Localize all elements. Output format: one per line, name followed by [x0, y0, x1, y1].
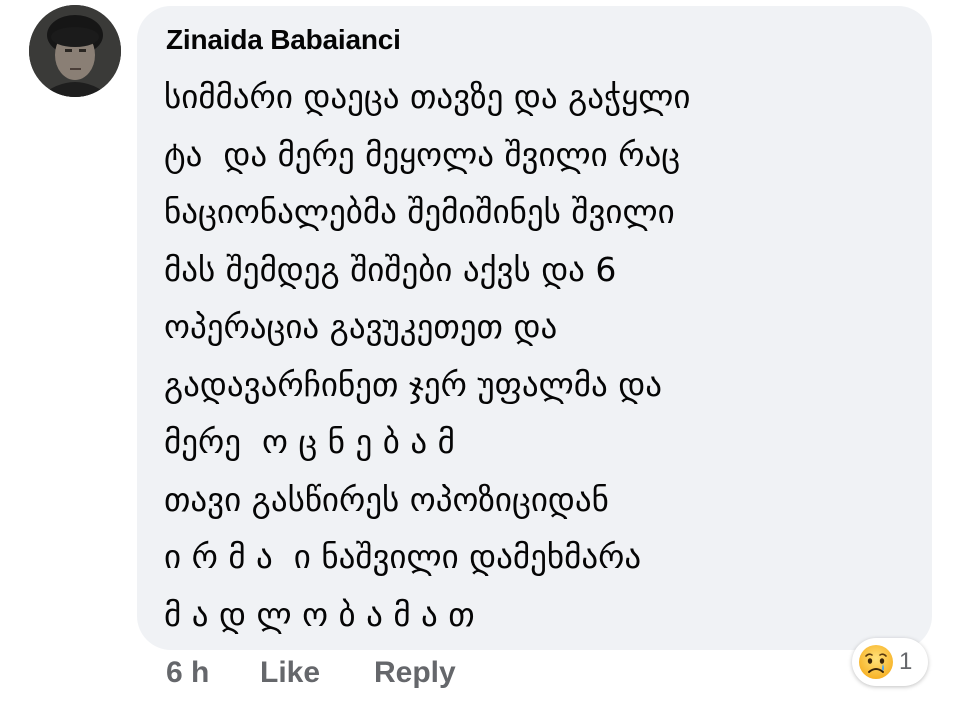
reaction-summary[interactable]: 1 — [852, 638, 928, 686]
avatar-photo — [29, 5, 121, 97]
comment-line: ტა და მერე მეყოლა შვილი რაც — [164, 134, 681, 174]
comment-line: ოპერაცია გავუკეთეთ და — [164, 307, 558, 346]
comment-line: სიმმარი დაეცა თავზე და გაჭყლი — [164, 77, 691, 116]
comment-line: მ ა დ ლ ო ბ ა მ ა თ — [164, 594, 475, 634]
like-button[interactable]: Like — [260, 656, 320, 690]
avatar[interactable] — [29, 5, 121, 97]
comment-line: მერე ო ც ნ ე ბ ა მ — [164, 422, 455, 461]
comment-author[interactable]: Zinaida Babaianci — [166, 24, 401, 56]
timestamp[interactable]: 6 h — [166, 656, 209, 690]
comment-body: სიმმარი დაეცა თავზე და გაჭყლი ტა და მერე… — [164, 68, 904, 643]
sad-reaction-icon — [857, 643, 895, 681]
comment-line: ი რ მ ა ი ნაშვილი დამეხმარა — [164, 537, 642, 576]
reply-button[interactable]: Reply — [374, 656, 456, 690]
comment-line: მას შემდეგ შიშები აქვს და 6 — [164, 249, 617, 289]
comment-line: გადავარჩინეთ ჯერ უფალმა და — [164, 364, 662, 404]
comment-line: თავი გასწირეს ოპოზიციდან — [164, 479, 609, 519]
comment: Zinaida Babaianci სიმმარი დაეცა თავზე და… — [0, 0, 960, 702]
reaction-count: 1 — [899, 648, 913, 675]
comment-line: ნაციონალებმა შემიშინეს შვილი — [164, 192, 675, 231]
